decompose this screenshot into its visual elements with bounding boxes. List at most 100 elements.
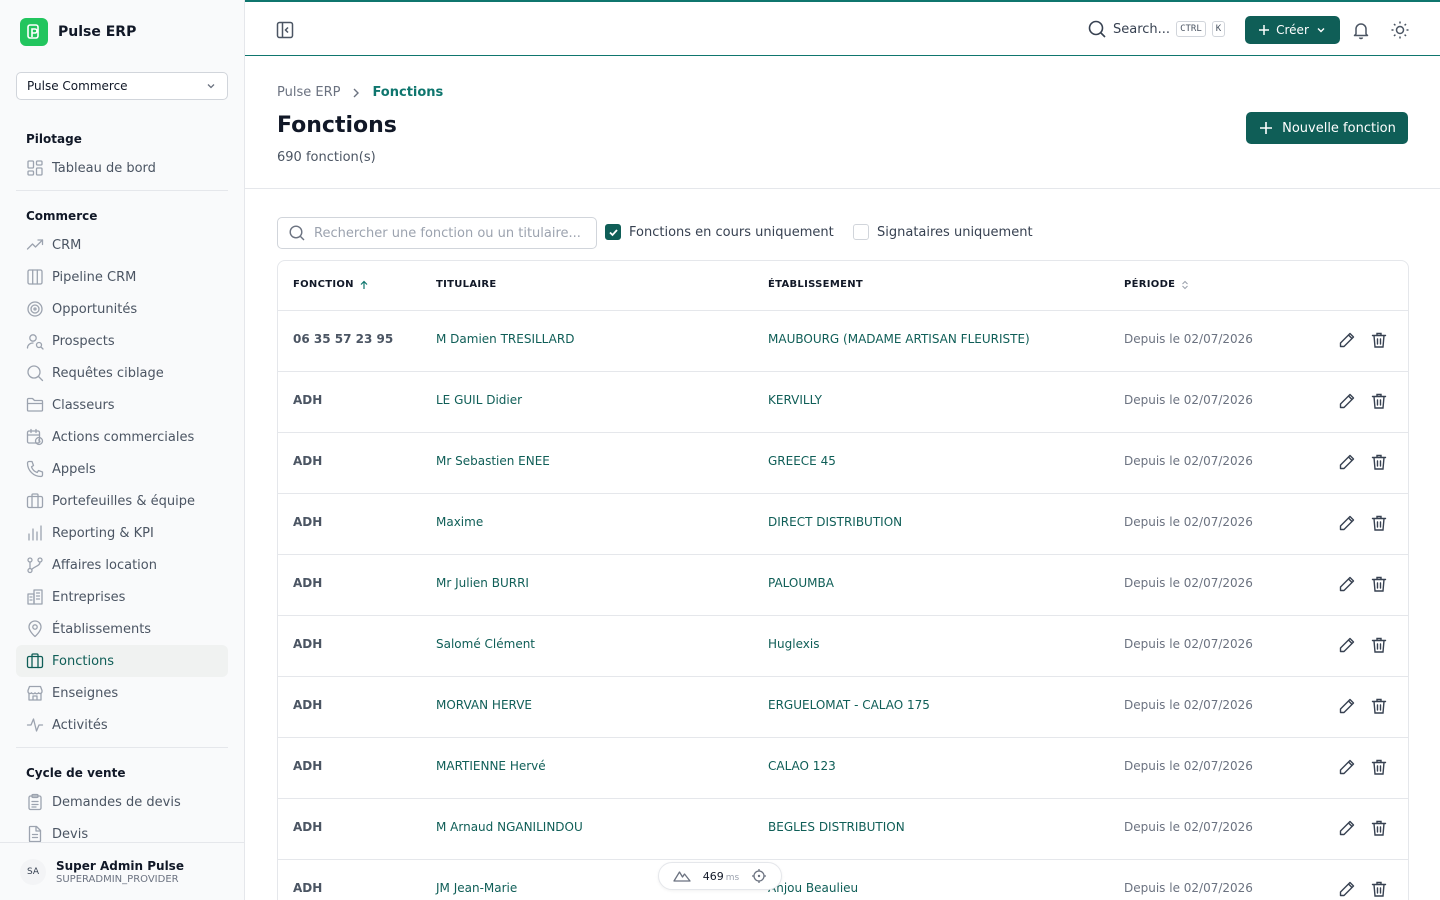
cell-titulaire-link[interactable]: MORVAN HERVE: [436, 698, 532, 712]
column-header-titulaire-label: TITULAIRE: [436, 279, 497, 290]
table-body: 06 35 57 23 95 M Damien TRESILLARD MAUBOUR…: [278, 311, 1408, 900]
edit-pencil-icon[interactable]: [1338, 392, 1356, 410]
performance-unit: ms: [725, 872, 740, 883]
table-row[interactable]: ADH LE GUIL Didier KERVILLY Depuis le 02/07…: [278, 372, 1408, 433]
user-profile[interactable]: SA Super Admin Pulse SUPERADMIN_PROVIDER: [0, 842, 244, 900]
delete-trash-icon[interactable]: [1370, 636, 1388, 654]
signatories-filter[interactable]: Signataires uniquement: [853, 224, 1033, 240]
delete-trash-icon[interactable]: [1370, 880, 1388, 898]
table-header: FONCTION TITULAIRE ÉTABLISSEMENT PÉRIODE: [278, 261, 1408, 311]
cell-etablissement-link[interactable]: PALOUMBA: [768, 576, 834, 590]
edit-pencil-icon[interactable]: [1338, 819, 1356, 837]
table-row[interactable]: 06 35 57 23 95 M Damien TRESILLARD MAUBOUR…: [278, 311, 1408, 372]
cell-etablissement-link[interactable]: MAUBOURG (MADAME ARTISAN FLEURISTE): [768, 332, 1030, 346]
organization-select[interactable]: Pulse Commerce: [16, 72, 228, 100]
global-search[interactable]: Search... CTRL K: [1087, 19, 1226, 39]
function-search-input[interactable]: [314, 225, 584, 241]
sidebar-item-requetes-ciblage[interactable]: Requêtes ciblage: [16, 357, 228, 389]
edit-pencil-icon[interactable]: [1338, 697, 1356, 715]
column-header-periode[interactable]: PÉRIODE: [1124, 279, 1190, 290]
sidebar-item-appels[interactable]: Appels: [16, 453, 228, 485]
sidebar-item-etablissements[interactable]: Établissements: [16, 613, 228, 645]
record-count: 690 fonction(s): [277, 150, 376, 165]
table-row[interactable]: ADH M Arnaud NGANILINDOU BEGLES DISTRIBUTI…: [278, 799, 1408, 860]
theme-toggle-sun-icon[interactable]: [1390, 20, 1410, 40]
table-row[interactable]: ADH Mr Julien BURRI PALOUMBA Depuis le 02/0…: [278, 555, 1408, 616]
sidebar-item-reporting-kpi[interactable]: Reporting & KPI: [16, 517, 228, 549]
table-row[interactable]: ADH MORVAN HERVE ERGUELOMAT - CALAO 175 Dep…: [278, 677, 1408, 738]
cell-titulaire-link[interactable]: MARTIENNE Hervé: [436, 759, 546, 773]
cell-etablissement-link[interactable]: DIRECT DISTRIBUTION: [768, 515, 902, 529]
cell-titulaire-link[interactable]: M Damien TRESILLARD: [436, 332, 574, 346]
cell-titulaire-link[interactable]: Mr Julien BURRI: [436, 576, 529, 590]
signatories-checkbox[interactable]: [853, 224, 869, 240]
cell-titulaire-link[interactable]: M Arnaud NGANILINDOU: [436, 820, 583, 834]
cell-etablissement-link[interactable]: BEGLES DISTRIBUTION: [768, 820, 905, 834]
cell-titulaire-link[interactable]: Salomé Clément: [436, 637, 535, 651]
edit-pencil-icon[interactable]: [1338, 880, 1356, 898]
sidebar-item-tableau-de-bord[interactable]: Tableau de bord: [16, 152, 228, 184]
column-header-etablissement[interactable]: ÉTABLISSEMENT: [768, 279, 863, 290]
cell-etablissement-link[interactable]: CALAO 123: [768, 759, 836, 773]
bell-icon[interactable]: [1351, 20, 1371, 40]
sidebar-item-pipeline-crm[interactable]: Pipeline CRM: [16, 261, 228, 293]
delete-trash-icon[interactable]: [1370, 514, 1388, 532]
sidebar-item-classeurs[interactable]: Classeurs: [16, 389, 228, 421]
edit-pencil-icon[interactable]: [1338, 636, 1356, 654]
column-header-fonction[interactable]: FONCTION: [293, 279, 369, 290]
sidebar-item-label: Opportunités: [52, 301, 138, 317]
create-button[interactable]: Créer: [1245, 16, 1340, 44]
cell-etablissement-link[interactable]: ERGUELOMAT - CALAO 175: [768, 698, 930, 712]
cell-titulaire-link[interactable]: JM Jean-Marie: [436, 881, 517, 895]
current-only-filter[interactable]: Fonctions en cours uniquement: [605, 224, 834, 240]
sidebar-item-label: Établissements: [52, 621, 152, 637]
sidebar-item-actions-commerciales[interactable]: Actions commerciales: [16, 421, 228, 453]
sidebar-toggle-icon[interactable]: [275, 20, 295, 40]
table-row[interactable]: ADH JM Jean-Marie Anjou Beaulieu Depuis le …: [278, 860, 1408, 900]
sidebar-item-enseignes[interactable]: Enseignes: [16, 677, 228, 709]
table-row[interactable]: ADH MARTIENNE Hervé CALAO 123 Depuis le 02/…: [278, 738, 1408, 799]
column-header-titulaire[interactable]: TITULAIRE: [436, 279, 497, 290]
table-row[interactable]: ADH Mr Sebastien ENEE GREECE 45 Depuis le 0…: [278, 433, 1408, 494]
edit-pencil-icon[interactable]: [1338, 758, 1356, 776]
sidebar-item-fonctions[interactable]: Fonctions: [16, 645, 228, 677]
new-function-button[interactable]: Nouvelle fonction: [1246, 112, 1408, 144]
cell-titulaire-link[interactable]: Mr Sebastien ENEE: [436, 454, 550, 468]
cell-etablissement-link[interactable]: GREECE 45: [768, 454, 836, 468]
delete-trash-icon[interactable]: [1370, 819, 1388, 837]
delete-trash-icon[interactable]: [1370, 331, 1388, 349]
sidebar-item-activites[interactable]: Activités: [16, 709, 228, 741]
sidebar-item-affaires-location[interactable]: Affaires location: [16, 549, 228, 581]
cell-etablissement-link[interactable]: Anjou Beaulieu: [768, 881, 858, 895]
delete-trash-icon[interactable]: [1370, 392, 1388, 410]
cell-etablissement-link[interactable]: Huglexis: [768, 637, 819, 651]
edit-pencil-icon[interactable]: [1338, 514, 1356, 532]
sidebar-item-entreprises[interactable]: Entreprises: [16, 581, 228, 613]
cell-titulaire-link[interactable]: LE GUIL Didier: [436, 393, 522, 407]
function-search-field[interactable]: [277, 217, 597, 249]
sidebar-item-portefeuilles-equipe[interactable]: Portefeuilles & équipe: [16, 485, 228, 517]
delete-trash-icon[interactable]: [1370, 758, 1388, 776]
brand[interactable]: Pulse ERP: [20, 18, 136, 46]
app-name: Pulse ERP: [58, 24, 137, 40]
breadcrumb-current: Fonctions: [372, 85, 444, 100]
edit-pencil-icon[interactable]: [1338, 453, 1356, 471]
current-only-checkbox[interactable]: [605, 224, 621, 240]
delete-trash-icon[interactable]: [1370, 575, 1388, 593]
sidebar-item-prospects[interactable]: Prospects: [16, 325, 228, 357]
delete-trash-icon[interactable]: [1370, 697, 1388, 715]
edit-pencil-icon[interactable]: [1338, 575, 1356, 593]
table-row[interactable]: ADH Maxime DIRECT DISTRIBUTION Depuis le 02…: [278, 494, 1408, 555]
delete-trash-icon[interactable]: [1370, 453, 1388, 471]
search-icon: [1087, 19, 1107, 39]
cell-titulaire-link[interactable]: Maxime: [436, 515, 483, 529]
sidebar-item-opportunites[interactable]: Opportunités: [16, 293, 228, 325]
sidebar-item-crm[interactable]: CRM: [16, 229, 228, 261]
table-row[interactable]: ADH Salomé Clément Huglexis Depuis le 02/07…: [278, 616, 1408, 677]
edit-pencil-icon[interactable]: [1338, 331, 1356, 349]
performance-indicator[interactable]: 469 ms: [658, 862, 782, 890]
cell-etablissement-link[interactable]: KERVILLY: [768, 393, 822, 407]
breadcrumb-root[interactable]: Pulse ERP: [277, 85, 340, 100]
sidebar-item-demandes-de-devis[interactable]: Demandes de devis: [16, 786, 228, 818]
column-header-periode-label: PÉRIODE: [1124, 279, 1176, 290]
